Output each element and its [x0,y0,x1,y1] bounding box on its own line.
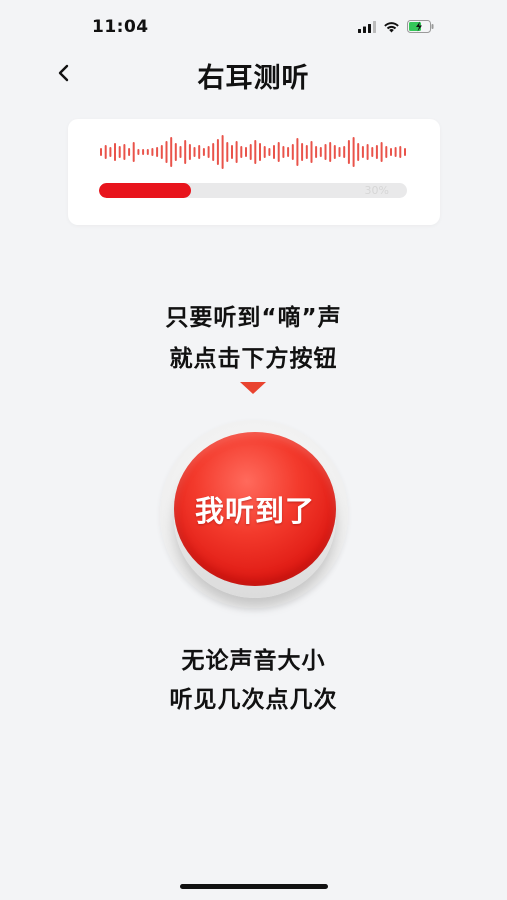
waveform-bar [231,145,233,159]
waveform-bar [100,148,102,156]
instruction-line-2: 就点击下方按钮 [169,346,338,372]
waveform-bar [114,143,116,161]
waveform-bar [188,144,191,160]
waveform-bar [347,140,350,164]
waveform-bar [333,145,336,159]
waveform-bar [179,146,182,158]
waveform-bar [128,148,131,156]
waveform-bar [212,143,215,161]
waveform-bar [109,147,112,157]
waveform-bar [268,148,271,156]
progress-label: 30% [364,184,389,197]
waveform-bar [193,147,196,157]
progress-bar: 30% [99,183,407,198]
waveform-bar [329,142,332,162]
status-icons [358,20,435,33]
waveform-bar [132,142,135,162]
instruction-line-1: 只要听到“嘀”声 [165,305,342,331]
waveform-bar [221,135,224,169]
wifi-icon [384,21,399,32]
nav-bar: 右耳测听 [0,52,507,96]
waveform-bar [202,148,205,156]
waveform-bar [366,144,369,160]
waveform-bar [399,146,402,158]
waveform-bar [123,144,126,160]
waveform-bar [198,145,201,159]
waveform-bar [226,142,229,162]
waveform-bar [104,145,107,159]
waveform-bar [371,147,374,157]
waveform-bar [160,145,163,159]
waveform-bar [343,146,346,158]
waveform-bar [156,147,159,157]
waveform-bar [235,141,238,163]
waveform-bar [380,142,383,162]
progress-fill [99,183,192,198]
waveform-bar [118,146,121,158]
waveform-bar [165,141,168,163]
waveform-bar [319,147,322,157]
waveform-bar [375,145,378,159]
waveform-bar [357,143,360,161]
waveform-bar [240,146,243,158]
waveform-bar [142,149,145,155]
waveform-bar [174,143,177,161]
waveform-bar [361,146,364,158]
waveform-bar [184,140,187,164]
waveform-bar [282,146,285,158]
waveform-bar [291,144,294,160]
waveform-bar [277,142,280,162]
waveform-bar [151,148,154,156]
battery-charging-icon [407,20,434,33]
waveform-bar [259,143,261,161]
waveform-bar [394,147,397,157]
down-arrow-icon [240,382,266,394]
waveform-bar [263,146,266,158]
heard-it-button-label: 我听到了 [194,494,315,528]
waveform-bar [352,137,355,167]
waveform-bar [305,145,308,159]
waveform-bar [385,146,388,158]
waveform-bar [207,146,210,158]
waveform-bar [296,138,299,166]
waveform-bar [287,147,290,157]
waveform-bar [137,149,140,155]
status-time: 11:04 [92,17,149,37]
waveform-bar [338,147,341,157]
audio-waveform [100,135,406,169]
home-indicator[interactable] [180,884,328,889]
hint-line-1: 无论声音大小 [181,648,326,674]
waveform-bar [216,139,219,165]
waveform-bar [254,140,257,164]
cellular-signal-icon [358,20,376,33]
waveform-bar [301,143,304,161]
status-bar: 11:04 [0,0,507,58]
waveform-bar [249,144,252,160]
waveform-bar [390,148,392,156]
heard-it-button[interactable]: 我听到了 [174,432,336,586]
hint-line-2: 听见几次点几次 [169,687,338,713]
waveform-bar [245,147,247,157]
waveform-bar [404,148,406,156]
waveform-bar [146,149,149,155]
waveform-bar [315,146,318,158]
waveform-bar [170,137,173,167]
page-title: 右耳测听 [197,63,310,94]
waveform-bar [324,144,327,160]
test-progress-card: 30% [68,119,440,225]
waveform-bar [310,141,313,163]
waveform-bar [273,145,275,159]
